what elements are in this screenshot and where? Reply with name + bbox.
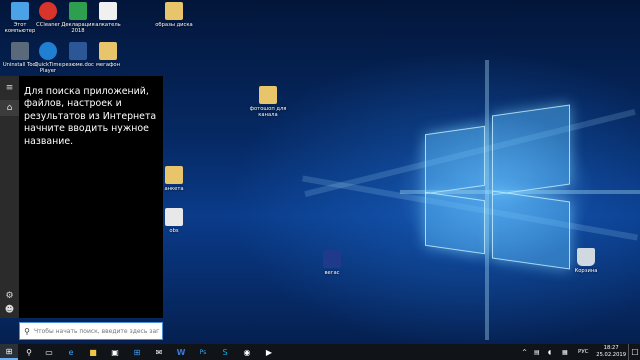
vegas-icon — [323, 250, 341, 268]
search-input[interactable] — [34, 327, 159, 335]
icon-label: мегафон — [95, 62, 120, 68]
desktop-icon-recycle-bin[interactable]: Корзина — [566, 248, 606, 274]
logo-pane — [492, 104, 570, 196]
icon-label: вегас — [324, 270, 340, 276]
tray-overflow-icon[interactable]: ^ — [522, 344, 527, 360]
notifications-icon[interactable]: ☐ — [628, 344, 640, 360]
search-box[interactable]: ⚲ — [19, 322, 163, 340]
start-button[interactable]: ⊞ — [0, 344, 18, 360]
user-icon[interactable]: ☻ — [0, 302, 19, 318]
declaration-icon — [69, 2, 87, 20]
logo-pane — [492, 190, 570, 270]
volume-icon[interactable]: ◖ — [548, 344, 551, 360]
media-icon[interactable]: ◉ — [238, 344, 256, 360]
mail-icon[interactable]: ✉ — [150, 344, 168, 360]
file-icon — [165, 208, 183, 226]
edge-icon[interactable]: e — [62, 344, 80, 360]
network-icon[interactable]: ▤ — [534, 344, 540, 360]
folder-icon — [99, 42, 117, 60]
start-rail: ≡ ⌂ ⚙ ☻ — [0, 76, 19, 318]
clock-date: 25.02.2019 — [596, 352, 626, 358]
skype-icon[interactable]: S — [216, 344, 234, 360]
taskbar: ⊞ ⚲ ▭ e ■ ▣ ⊞ ✉ W Ps S ◉ ▶ ^ ▤ ◖ ▦ РУС 1… — [0, 344, 640, 360]
computer-icon — [11, 2, 29, 20]
recycle-bin-icon — [577, 248, 595, 266]
search-icon: ⚲ — [24, 326, 30, 336]
icon-label: образы диска — [155, 22, 193, 28]
logo-pane — [425, 191, 485, 255]
quicktime-icon — [39, 42, 57, 60]
folder-icon — [165, 166, 183, 184]
file-icon — [99, 2, 117, 20]
task-view-icon[interactable]: ▭ — [40, 344, 58, 360]
explorer-icon[interactable]: ■ — [84, 344, 102, 360]
taskbar-search-icon[interactable]: ⚲ — [20, 344, 38, 360]
windows-icon[interactable]: ⊞ — [128, 344, 146, 360]
icon-label: Корзина — [574, 268, 598, 274]
desktop-icon-megaphone[interactable]: мегафон — [88, 42, 128, 68]
keyboard-icon[interactable]: ▦ — [562, 344, 568, 360]
start-menu: ≡ ⌂ ⚙ ☻ Для поиска приложений, файлов, н… — [0, 76, 163, 318]
start-content: Для поиска приложений, файлов, настроек … — [19, 76, 163, 318]
home-icon[interactable]: ⌂ — [0, 100, 19, 116]
video-icon[interactable]: ▶ — [260, 344, 278, 360]
language-indicator[interactable]: РУС — [578, 344, 589, 360]
uninstall-icon — [11, 42, 29, 60]
folder-icon — [259, 86, 277, 104]
ccleaner-icon — [39, 2, 57, 20]
photoshop-icon[interactable]: Ps — [194, 344, 212, 360]
desktop-icon-vegas[interactable]: вегас — [312, 250, 352, 276]
hamburger-icon[interactable]: ≡ — [0, 80, 19, 96]
desktop-icon-disk-images[interactable]: образы диска — [154, 2, 194, 28]
desktop: Этот компьютер CCleaner Декларация 2018 … — [0, 0, 640, 360]
word-doc-icon — [69, 42, 87, 60]
desktop-icon-photoshop[interactable]: фотошоп для канала — [248, 86, 288, 118]
folder-icon — [165, 2, 183, 20]
word-icon[interactable]: W — [172, 344, 190, 360]
icon-label: алкатель — [95, 22, 121, 28]
clock-time: 18:27 — [603, 345, 619, 351]
light-beam — [485, 60, 489, 340]
start-search-hint: Для поиска приложений, файлов, настроек … — [24, 86, 157, 147]
icon-label: фотошоп для канала — [249, 106, 287, 118]
clock[interactable]: 18:27 25.02.2019 — [596, 345, 626, 359]
desktop-icon-alkatel[interactable]: алкатель — [88, 2, 128, 28]
store-icon[interactable]: ▣ — [106, 344, 124, 360]
logo-pane — [425, 125, 485, 195]
